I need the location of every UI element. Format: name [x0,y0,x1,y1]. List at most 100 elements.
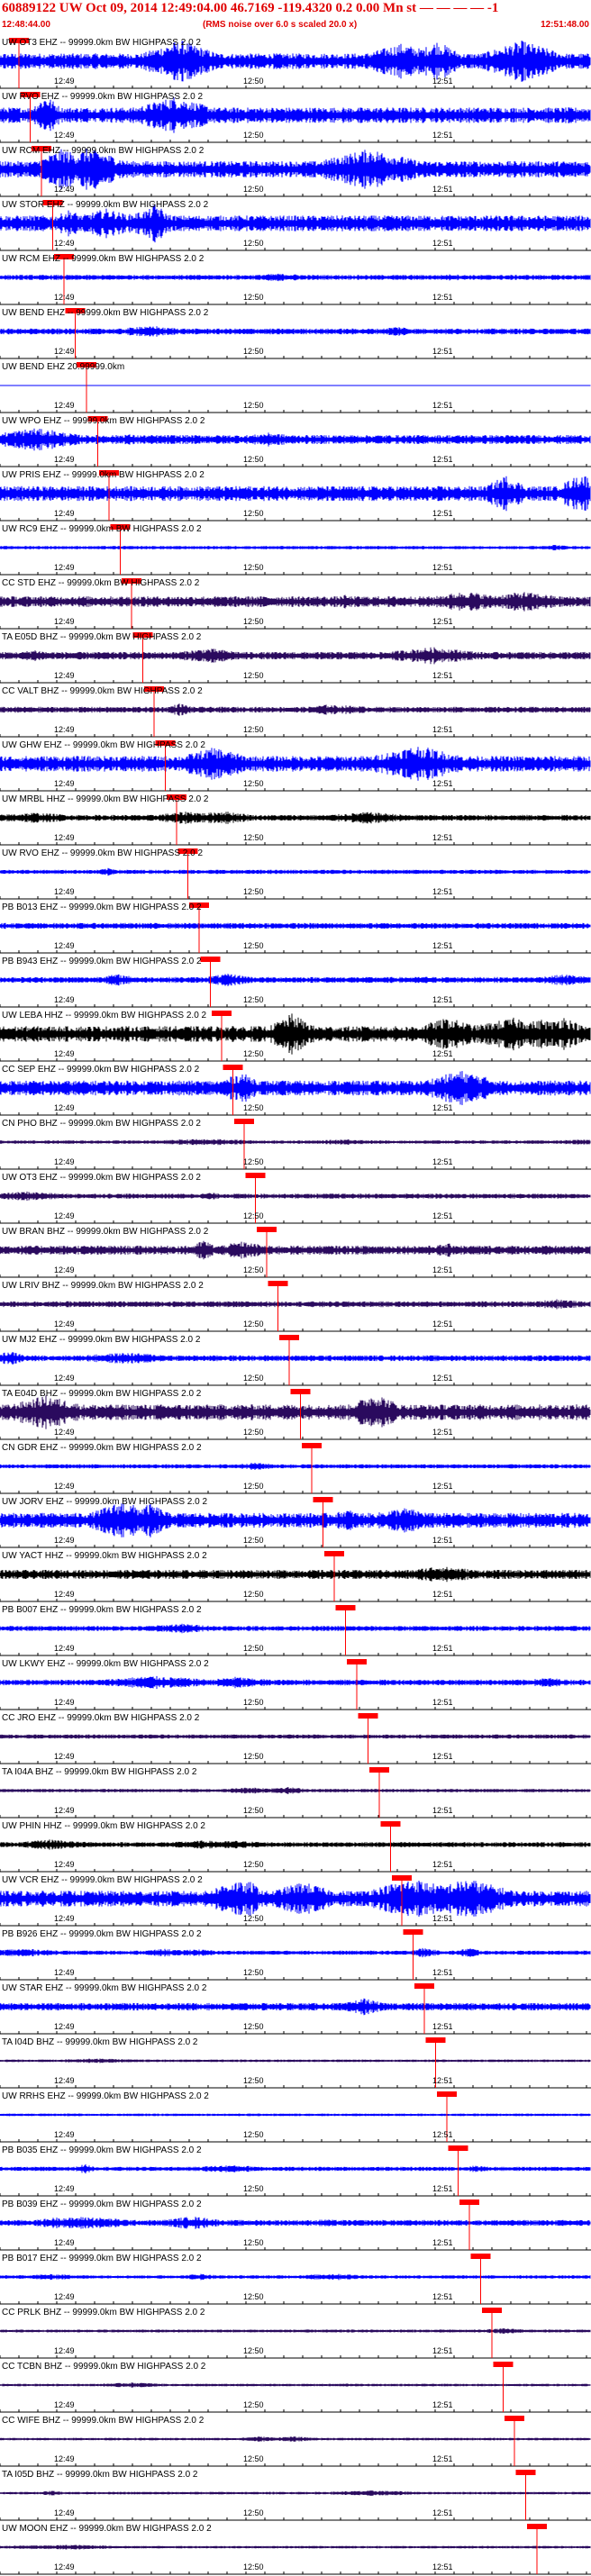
waveform [0,1352,591,1365]
waveform [0,2217,591,2229]
tick-label: 12:50 [243,2184,264,2193]
waveform [0,647,591,665]
trace-row: UW GHW EHZ -- 99999.0km BW HIGHPASS 2.0 … [0,739,591,793]
station-label: UW YACT HHZ -- 99999.0km BW HIGHPASS 2.0… [2,1551,207,1561]
trace-row: UW STAR EHZ -- 99999.0km BW HIGHPASS 2.0… [0,1982,591,2036]
tick-label: 12:49 [54,185,75,194]
tick-label: 12:49 [54,2400,75,2409]
trace-row: CC WIFE BHZ -- 99999.0km BW HIGHPASS 2.0… [0,2414,591,2468]
tick-label: 12:50 [243,2346,264,2355]
tick-label: 12:49 [54,725,75,734]
station-label: CN PHO BHZ -- 99999.0km BW HIGHPASS 2.0 … [2,1119,201,1129]
trace-row: UW MRBL HHZ -- 99999.0km BW HIGHPASS 2.0… [0,793,591,847]
tick-label: 12:49 [54,1644,75,1653]
waveform [0,2273,591,2281]
tick-label: 12:49 [54,347,75,356]
waveform [0,1881,591,1917]
trace-row: UW YACT HHZ -- 99999.0km BW HIGHPASS 2.0… [0,1549,591,1603]
station-label: UW RVO EHZ -- 99999.0km BW HIGHPASS 2.0 … [2,92,204,102]
tick-label: 12:51 [432,401,453,410]
tick-label: 12:51 [432,2130,453,2139]
station-label: PB B017 EHZ -- 99999.0km BW HIGHPASS 2.0… [2,2254,202,2263]
pick-marker [515,2470,536,2475]
waveform [0,385,591,386]
pick-marker [290,1389,311,1394]
tick-label: 12:49 [54,131,75,140]
tick-label: 12:50 [243,941,264,950]
scaling-note: (RMS noise over 6.0 s scaled 20.0 x) [203,20,358,30]
tick-label: 12:49 [54,239,75,248]
station-label: UW RVO EHZ -- 99999.0km BW HIGHPASS 2.0 … [2,848,204,858]
tick-label: 12:50 [243,1806,264,1815]
pick-marker [380,1821,401,1827]
trace-row: PB B926 EHZ -- 99999.0km BW HIGHPASS 2.0… [0,1927,591,1982]
station-label: PB B007 EHZ -- 99999.0km BW HIGHPASS 2.0… [2,1605,202,1615]
station-label: CC SEP EHZ -- 99999.0km BW HIGHPASS 2.0 … [2,1065,200,1075]
waveform [0,592,591,612]
trace-row: TA I05D BHZ -- 99999.0km BW HIGHPASS 2.0… [0,2468,591,2522]
waveform [0,1839,591,1850]
tick-label: 12:49 [54,401,75,410]
tick-label: 12:51 [432,1428,453,1437]
waveform [0,2113,591,2117]
tick-label: 12:49 [54,1374,75,1383]
pick-marker [482,2308,502,2313]
tick-label: 12:51 [432,995,453,1004]
waveform [0,1299,591,1310]
end-time: 12:51:48.00 [541,20,589,30]
tick-label: 12:49 [54,1914,75,1923]
trace-row: UW OT3 EHZ -- 99999.0km BW HIGHPASS 2.0 … [0,36,591,90]
station-label: TA I05D BHZ -- 99999.0km BW HIGHPASS 2.0… [2,2470,198,2480]
tick-label: 12:51 [432,1968,453,1977]
station-label: PB B035 EHZ -- 99999.0km BW HIGHPASS 2.0… [2,2145,202,2155]
waveform [0,2382,591,2388]
tick-label: 12:50 [243,509,264,518]
station-label: UW WPO EHZ -- 99999.0km BW HIGHPASS 2.0 … [2,416,205,426]
tick-label: 12:51 [432,1049,453,1058]
tick-label: 12:51 [432,1806,453,1815]
pick-marker [324,1551,344,1556]
trace-row: PB B017 EHZ -- 99999.0km BW HIGHPASS 2.0… [0,2252,591,2306]
tick-label: 12:50 [243,1211,264,1220]
tick-label: 12:51 [432,1482,453,1491]
tick-label: 12:50 [243,779,264,788]
tick-label: 12:50 [243,2076,264,2085]
tick-label: 12:50 [243,401,264,410]
tick-label: 12:49 [54,1157,75,1166]
station-label: TA I04A BHZ -- 99999.0km BW HIGHPASS 2.0… [2,1767,197,1777]
tick-label: 12:49 [54,941,75,950]
tick-label: 12:51 [432,77,453,86]
tick-label: 12:51 [432,617,453,626]
trace-row: CC STD EHZ -- 99999.0km BW HIGHPASS 2.0 … [0,576,591,630]
pick-marker [335,1605,356,1610]
tick-label: 12:51 [432,563,453,572]
tick-label: 12:50 [243,1536,264,1545]
pick-marker [437,2091,457,2097]
tick-label: 12:50 [243,1752,264,1761]
tick-label: 12:51 [432,2400,453,2409]
tick-label: 12:50 [243,1644,264,1653]
pick-marker [505,2416,524,2421]
tick-label: 12:51 [432,1320,453,1329]
tick-label: 12:50 [243,2400,264,2409]
tick-label: 12:50 [243,1103,264,1112]
trace-row: UW PRIS EHZ -- 99999.0km BW HIGHPASS 2.0… [0,468,591,522]
tick-label: 12:51 [432,455,453,464]
page-title: 60889122 UW Oct 09, 2014 12:49:04.00 46.… [2,1,499,15]
tick-label: 12:50 [243,833,264,842]
waveform [0,97,591,133]
waveform [0,1787,591,1794]
pick-marker [448,2145,468,2151]
tick-label: 12:49 [54,617,75,626]
tick-label: 12:50 [243,1698,264,1707]
tick-label: 12:51 [432,2184,453,2193]
tick-label: 12:50 [243,77,264,86]
tick-label: 12:50 [243,131,264,140]
trace-row: TA E04D BHZ -- 99999.0km BW HIGHPASS 2.0… [0,1387,591,1441]
tick-label: 12:50 [243,2238,264,2247]
tick-label: 12:51 [432,2562,453,2571]
waveform [0,747,591,781]
waveform [0,974,591,986]
tick-label: 12:51 [432,1211,453,1220]
station-label: UW OT3 EHZ -- 99999.0km BW HIGHPASS 2.0 … [2,38,201,48]
